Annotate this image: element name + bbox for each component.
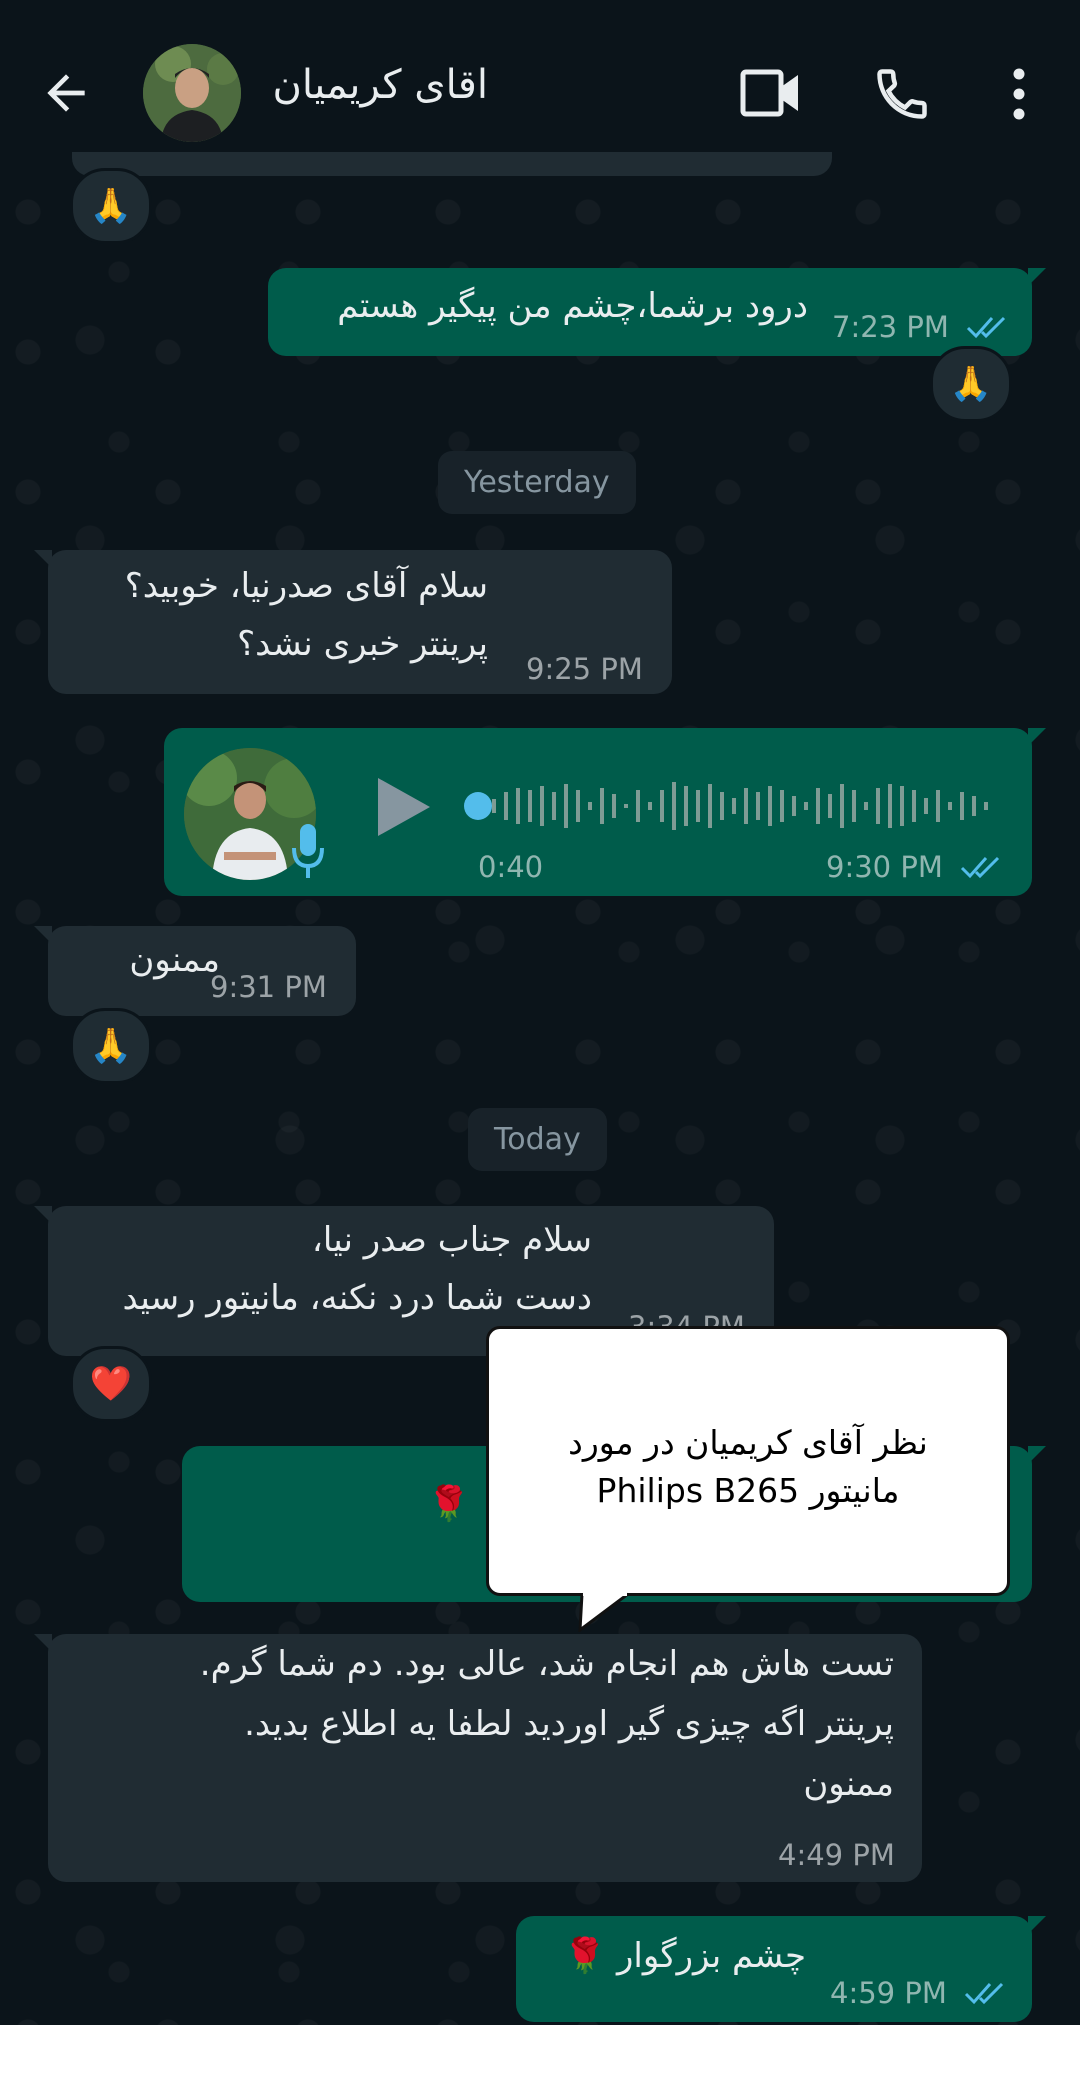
read-ticks-icon xyxy=(966,316,1006,339)
message-text-line: ممنون xyxy=(803,1764,894,1804)
message-time: 9:25 PM xyxy=(526,652,643,686)
arrow-left-icon[interactable] xyxy=(38,65,94,121)
video-call-icon[interactable] xyxy=(740,66,802,120)
chat-header: اقای کریمیان xyxy=(0,0,1080,170)
contact-name[interactable]: اقای کریمیان xyxy=(273,62,488,108)
read-ticks-icon xyxy=(964,1982,1004,2005)
reaction-badge[interactable]: 🙏 xyxy=(930,346,1012,422)
callout-line: نظر آقای کریمیان در مورد xyxy=(568,1423,928,1462)
reaction-badge[interactable]: ❤️ xyxy=(70,1346,152,1422)
message-time: 9:30 PM xyxy=(826,850,943,884)
message-text-line: سلام آقای صدرنیا، خوبید؟ xyxy=(124,566,488,606)
message-bubble-incoming[interactable]: ممنون 9:31 PM xyxy=(34,926,356,1016)
play-icon[interactable] xyxy=(372,774,434,840)
callout-pointer xyxy=(578,1592,629,1632)
message-bubble-outgoing[interactable]: چشم بزرگوار 🌹 4:59 PM xyxy=(516,1916,1046,2022)
message-text-line: پرینتر اگه چیزی گیر اوردید لطفا یه اطلاع… xyxy=(244,1704,894,1744)
voice-duration: 0:40 xyxy=(478,850,544,884)
message-time: 4:49 PM xyxy=(778,1838,895,1872)
reaction-badge[interactable]: 🙏 xyxy=(70,168,152,244)
message-text-line: پرینتر خبری نشد؟ xyxy=(237,624,488,664)
audio-waveform[interactable] xyxy=(460,778,1000,834)
message-text: درود برشما،چشم من پیگیر هستم xyxy=(337,286,808,326)
message-bubble-outgoing[interactable]: درود برشما،چشم من پیگیر هستم 7:23 PM xyxy=(268,268,1046,356)
message-text-line: سلام جناب صدر نیا، xyxy=(311,1220,592,1260)
message-text: چشم بزرگوار 🌹 xyxy=(563,1936,806,1976)
message-bubble-incoming[interactable]: سلام آقای صدرنیا، خوبید؟ پرینتر خبری نشد… xyxy=(34,550,672,694)
date-separator: Yesterday xyxy=(438,451,636,514)
phone-icon[interactable] xyxy=(872,64,932,124)
message-time: 4:59 PM xyxy=(830,1976,947,2010)
date-separator: Today xyxy=(468,1108,607,1171)
more-vert-icon[interactable] xyxy=(1002,64,1036,124)
microphone-icon xyxy=(292,824,324,878)
message-bubble-incoming[interactable]: تست هاش هم انجام شد، عالی بود. دم شما گر… xyxy=(34,1634,922,1882)
message-bubble-incoming[interactable] xyxy=(72,152,832,176)
callout-line: مانیتور Philips B265 xyxy=(596,1471,900,1510)
message-time: 7:23 PM xyxy=(832,310,949,344)
read-ticks-icon xyxy=(960,856,1000,879)
contact-avatar[interactable] xyxy=(143,44,241,142)
message-time: 9:31 PM xyxy=(210,970,327,1004)
annotation-callout: نظر آقای کریمیان در مورد مانیتور Philips… xyxy=(486,1326,1010,1596)
message-text-line: تست هاش هم انجام شد، عالی بود. دم شما گر… xyxy=(199,1644,894,1684)
message-text-line: دست شما درد نکنه، مانیتور رسید xyxy=(122,1278,592,1318)
message-text: ممنون xyxy=(129,940,220,980)
reaction-badge[interactable]: 🙏 xyxy=(70,1008,152,1084)
bottom-margin xyxy=(0,2025,1080,2081)
